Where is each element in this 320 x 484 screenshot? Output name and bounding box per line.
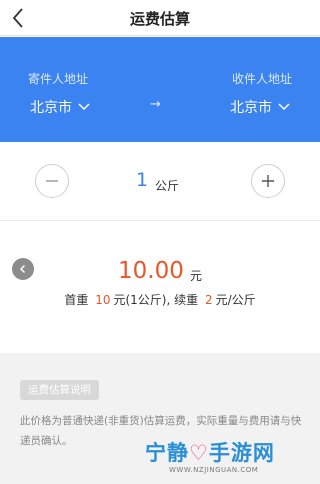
watermark-url: WWW.NZJINGUAN.COM: [169, 466, 259, 474]
continued-weight-label: 续重: [174, 293, 199, 307]
route-panel: 寄件人地址 收件人地址 北京市 → 北京市: [0, 37, 320, 142]
decrease-weight-button[interactable]: [35, 164, 69, 198]
continued-weight-suffix: 元/公斤: [215, 293, 256, 307]
plus-icon: [262, 175, 274, 187]
weight-value[interactable]: 1: [136, 169, 148, 191]
heart-icon: ♡: [189, 441, 209, 465]
page-title: 运费估算: [129, 10, 190, 28]
sender-address-label: 寄件人地址: [28, 72, 89, 86]
receiver-address-label: 收件人地址: [231, 72, 292, 86]
price-unit: 元: [190, 269, 203, 283]
estimate-explanation-tag: 运费估算说明: [20, 380, 99, 400]
increase-weight-button[interactable]: [251, 164, 285, 198]
route-arrow-icon: →: [150, 97, 161, 112]
estimated-price: 10.00: [118, 258, 184, 284]
weight-unit: 公斤: [155, 179, 180, 193]
previous-button[interactable]: [12, 258, 34, 280]
continued-weight-price: 2: [204, 293, 213, 307]
price-breakdown: 首重 10 元(1公斤), 续重 2 元/公斤: [0, 291, 320, 308]
first-weight-suffix: 元(1公斤),: [113, 293, 171, 307]
weight-stepper: 1 公斤: [0, 142, 320, 220]
chevron-down-icon: [278, 103, 290, 111]
first-weight-price: 10: [95, 293, 111, 307]
estimate-result: 10.00 元 首重 10 元(1公斤), 续重 2 元/公斤: [0, 221, 320, 353]
watermark-text-a: 宁静: [145, 441, 189, 465]
receiver-city-value: 北京市: [230, 100, 272, 116]
minus-icon: [46, 180, 58, 182]
first-weight-label: 首重: [64, 293, 89, 307]
nav-bar: 运费估算: [0, 0, 320, 36]
sender-city-select[interactable]: 北京市: [30, 97, 90, 117]
watermark-text-b: 手游网: [208, 441, 275, 465]
receiver-city-select[interactable]: 北京市: [230, 97, 290, 117]
chevron-left-icon: [19, 264, 26, 274]
sender-city-value: 北京市: [30, 100, 72, 116]
chevron-down-icon: [78, 103, 90, 111]
watermark-logo: 宁静♡手游网 WWW.NZJINGUAN.COM: [145, 437, 305, 477]
